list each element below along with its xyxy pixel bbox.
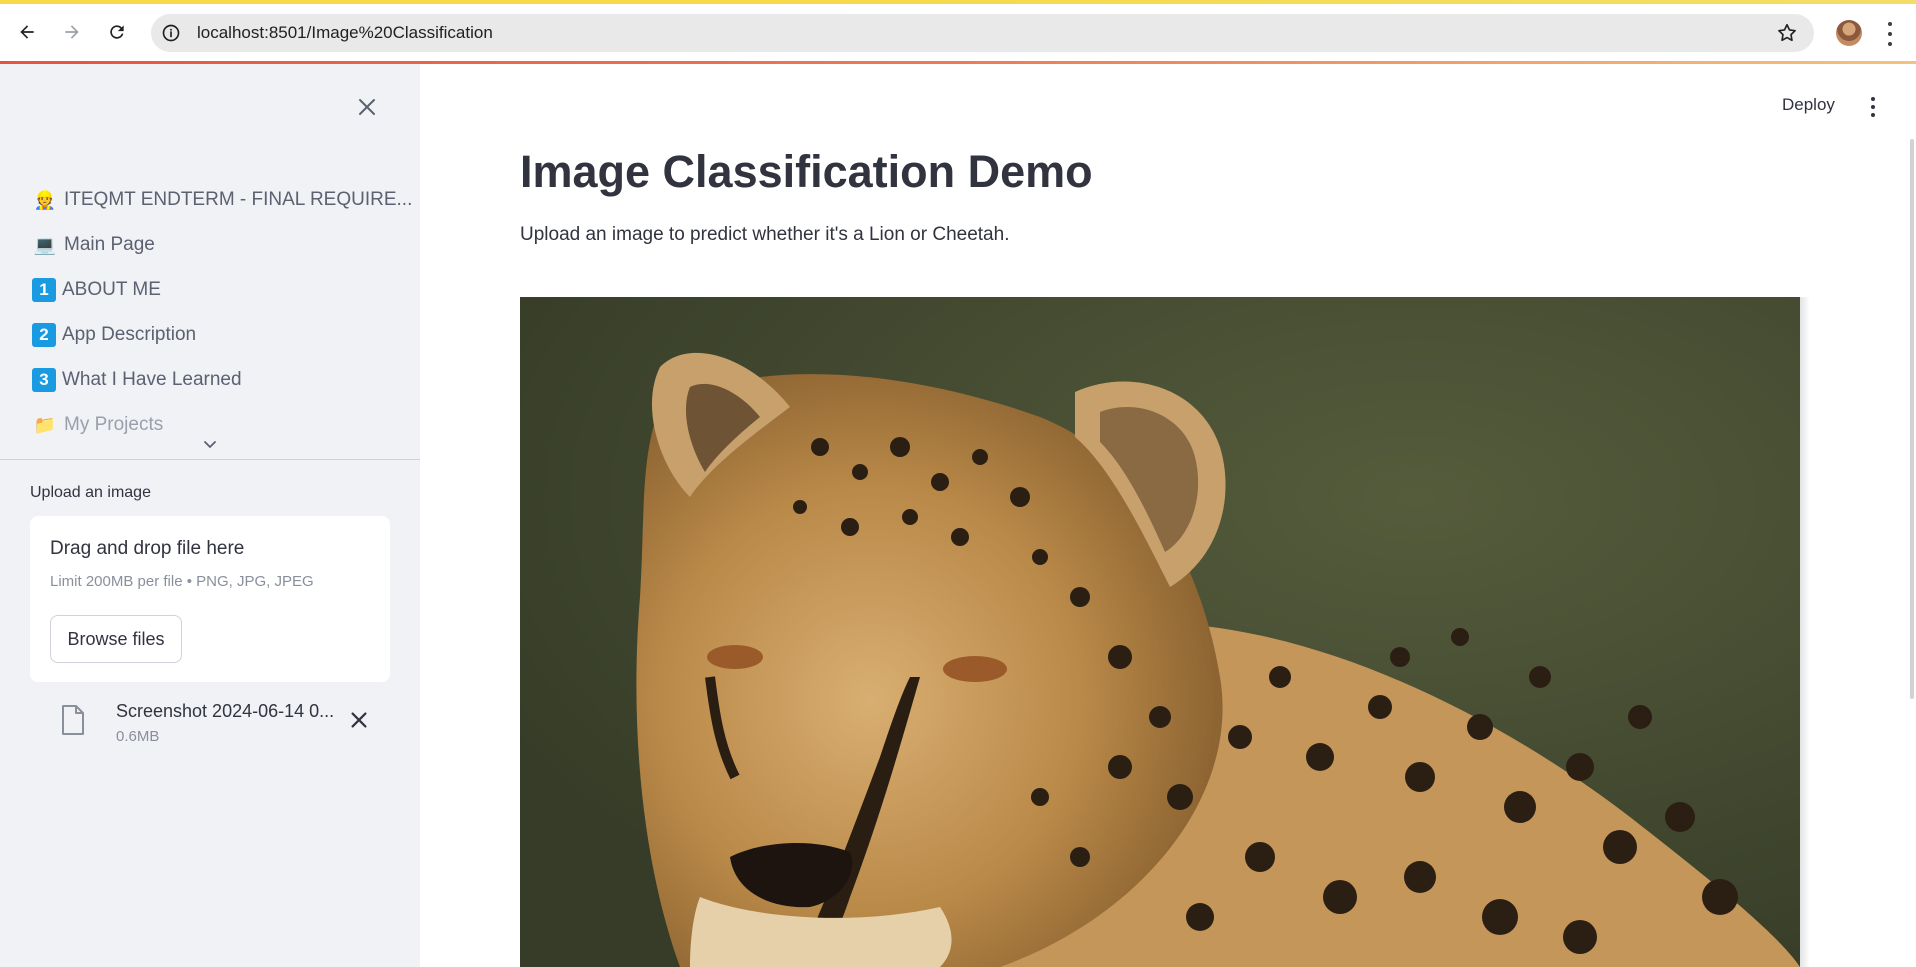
sidebar-item-label: My Projects <box>64 414 164 435</box>
sidebar-item-iteqmt-endterm[interactable]: 👷 ITEQMT ENDTERM - FINAL REQUIRE... <box>32 182 413 218</box>
sidebar-item-app-description[interactable]: 2 App Description <box>32 317 196 353</box>
main-scrollbar[interactable] <box>1910 139 1914 699</box>
sidebar-item-label: ABOUT ME <box>62 279 161 300</box>
uploader-label: Upload an image <box>30 484 151 501</box>
chevron-down-icon[interactable] <box>200 438 220 452</box>
sidebar-item-label: App Description <box>62 324 197 345</box>
keycap-two-icon: 2 <box>32 323 56 347</box>
page-description: Upload an image to predict whether it's … <box>520 224 1010 245</box>
deploy-button[interactable]: Deploy <box>1782 95 1835 115</box>
sidebar-item-about-me[interactable]: 1 ABOUT ME <box>32 272 161 308</box>
laptop-emoji-icon: 💻 <box>33 234 57 255</box>
uploaded-file-size: 0.6MB <box>116 728 160 745</box>
dropzone-limit-text: Limit 200MB per file • PNG, JPG, JPEG <box>50 573 314 590</box>
bookmark-star-icon[interactable] <box>1776 22 1798 44</box>
cheetah-illustration <box>520 297 1800 967</box>
uploaded-file-name: Screenshot 2024-06-14 0... <box>116 701 335 721</box>
dropzone-title: Drag and drop file here <box>50 538 245 559</box>
sidebar-item-label: Main Page <box>64 234 155 255</box>
url-text: localhost:8501/Image%20Classification <box>197 23 493 42</box>
address-bar[interactable]: localhost:8501/Image%20Classification <box>151 14 1814 52</box>
sidebar-item-label: What I Have Learned <box>62 369 242 390</box>
file-dropzone[interactable]: Drag and drop file here Limit 200MB per … <box>30 516 390 682</box>
uploaded-file-row: Screenshot 2024-06-14 0... 0.6MB <box>30 694 390 754</box>
sidebar-item-main-page[interactable]: 💻 Main Page <box>32 227 155 263</box>
image-edge-shadow <box>1800 297 1810 967</box>
sidebar-item-what-i-have-learned[interactable]: 3 What I Have Learned <box>32 362 242 398</box>
sidebar: 👷 ITEQMT ENDTERM - FINAL REQUIRE... 💻 Ma… <box>0 64 420 967</box>
forward-button[interactable] <box>57 17 87 47</box>
site-info-icon[interactable] <box>161 23 181 43</box>
sidebar-divider <box>0 459 420 460</box>
keycap-three-icon: 3 <box>32 368 56 392</box>
browser-toolbar: localhost:8501/Image%20Classification <box>0 4 1916 62</box>
arrow-right-icon <box>65 25 79 39</box>
file-icon <box>62 705 84 735</box>
browse-files-button[interactable]: Browse files <box>50 615 182 663</box>
reload-button[interactable] <box>102 17 132 47</box>
folder-emoji-icon: 📁 <box>33 414 57 435</box>
close-sidebar-icon[interactable] <box>355 95 379 119</box>
sidebar-item-my-projects[interactable]: 📁 My Projects <box>32 407 163 443</box>
worker-emoji-icon: 👷 <box>33 189 57 210</box>
arrow-left-icon <box>20 25 34 39</box>
browser-menu-icon[interactable] <box>1884 22 1896 46</box>
app-menu-icon[interactable] <box>1869 97 1877 117</box>
sidebar-item-label: ITEQMT ENDTERM - FINAL REQUIRE... <box>64 189 413 210</box>
main-content: Deploy Image Classification Demo Upload … <box>420 64 1916 967</box>
remove-file-icon[interactable] <box>348 709 370 731</box>
keycap-one-icon: 1 <box>32 278 56 302</box>
profile-avatar[interactable] <box>1836 20 1862 46</box>
reload-icon <box>110 25 124 39</box>
back-button[interactable] <box>12 17 42 47</box>
page-title: Image Classification Demo <box>520 146 1093 197</box>
uploaded-cheetah-image <box>520 297 1800 967</box>
